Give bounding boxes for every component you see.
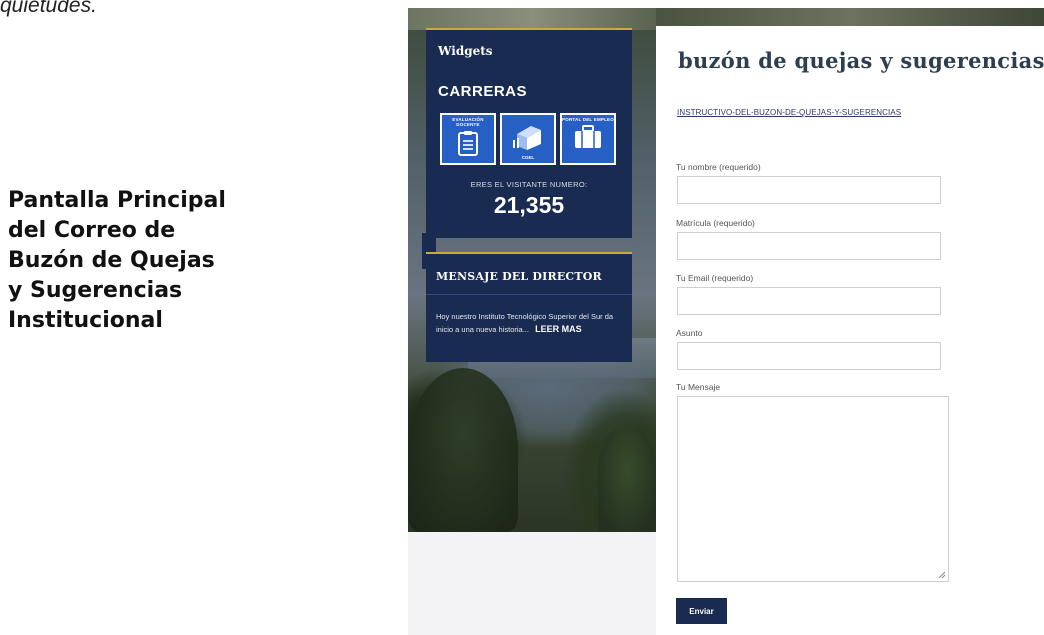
cgel-tile[interactable]: CGEL [500,113,556,165]
clipboard-icon [458,131,478,156]
email-label: Tu Email (requerido) [676,273,754,283]
portal-empleo-tile[interactable]: PORTAL DEL EMPLEO [560,113,616,165]
name-input[interactable] [677,176,941,204]
complaints-form: buzón de quejas y sugerencias INSTRUCTIV… [656,26,1044,635]
tree-image [408,368,518,532]
subject-label: Asunto [676,328,703,338]
name-label: Tu nombre (requerido) [676,162,761,172]
director-text: Hoy nuestro Instituto Tecnológico Superi… [436,312,614,334]
briefcase-icon [575,125,601,148]
message-label: Tu Mensaje [676,382,721,392]
caption-line: Buzón de Quejas [8,248,215,273]
email-input[interactable] [677,287,941,315]
instructive-link[interactable]: INSTRUCTIVO-DEL-BUZON-DE-QUEJAS-Y-SUGERE… [677,108,901,117]
page-title: buzón de quejas y sugerencias [678,48,1044,73]
widgets-panel: Widgets CARRERAS EVALUACIÓN DOCENTE CGEL… [422,28,632,269]
caption-line: y Sugerencias [8,278,183,303]
read-more-link[interactable]: LEER MAS [535,324,582,334]
portal-tiles: EVALUACIÓN DOCENTE CGEL PORTAL DEL EMPLE… [440,113,616,165]
header-photo-strip [656,8,1044,26]
submit-button[interactable]: Enviar [676,598,727,624]
carreras-heading[interactable]: CARRERAS [438,83,527,100]
visitor-count: 21,355 [493,192,565,218]
resize-handle-icon[interactable] [938,571,946,579]
subject-input[interactable] [677,342,941,370]
tree-image [598,428,656,532]
caption-line: del Correo de [8,218,176,243]
caption-line: Institucional [8,308,163,333]
message-textarea[interactable] [677,396,949,582]
top-cutoff-text: quietudes. [0,0,97,17]
visitor-label: ERES EL VISITANTE NUMERO: [470,180,588,189]
evaluacion-docente-tile[interactable]: EVALUACIÓN DOCENTE [440,113,496,165]
caption-line: Pantalla Principal [8,188,226,213]
matricula-input[interactable] [677,232,941,260]
slide-caption: Pantalla Principal del Correo de Buzón d… [8,186,248,336]
widgets-title: Widgets [438,44,493,58]
director-title: MENSAJE DEL DIRECTOR [436,270,602,283]
building-icon [513,126,541,150]
website-screenshot: Widgets CARRERAS EVALUACIÓN DOCENTE CGEL… [408,8,1044,635]
director-message-panel: MENSAJE DEL DIRECTOR Hoy nuestro Institu… [426,252,632,362]
matricula-label: Matrícula (requerido) [676,218,755,228]
